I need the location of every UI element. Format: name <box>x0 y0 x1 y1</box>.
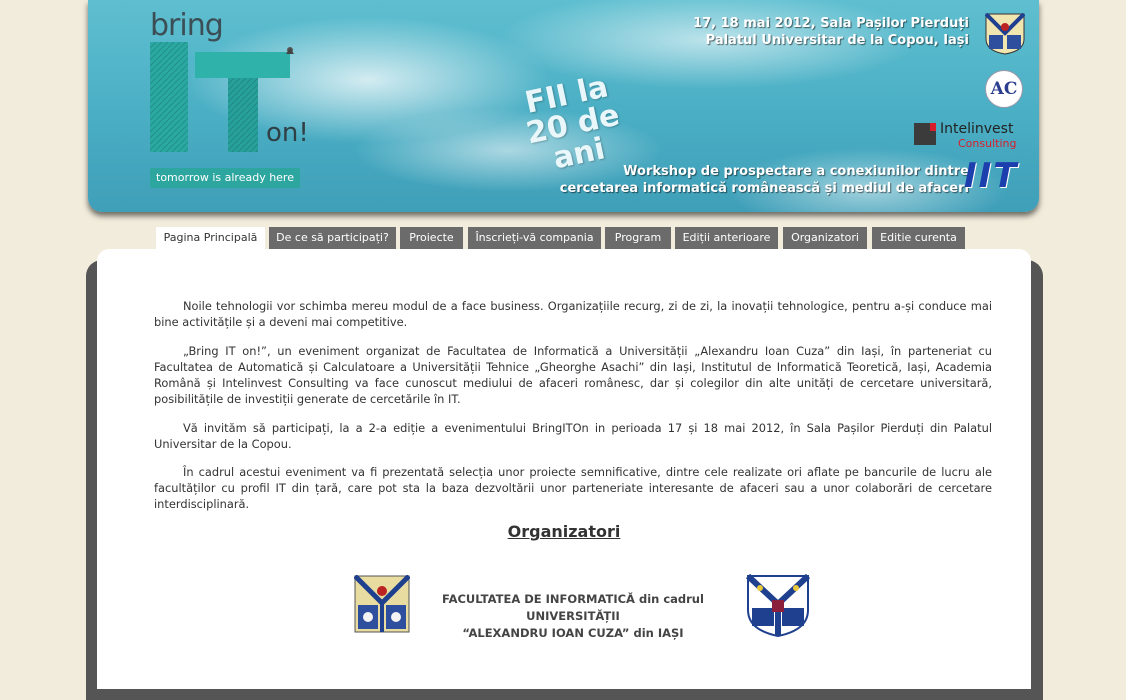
iit-logo: IIT <box>964 156 1019 196</box>
tab-inscrieti-va-compania[interactable]: Înscrieți-vă compania <box>468 227 601 249</box>
organizers-heading: Organizatori <box>507 522 621 541</box>
faculty-name-line2: “ALEXANDRU IOAN CUZA” din IAȘI <box>462 626 684 640</box>
intelinvest-logo: Intelinvest Consulting <box>914 121 1024 150</box>
tab-organizatori[interactable]: Organizatori <box>783 227 867 249</box>
bring-text: bring <box>150 8 224 43</box>
projects-paragraph: În cadrul acestui eveniment va fi prezen… <box>154 465 992 511</box>
faculty-crest-icon <box>354 575 410 633</box>
intro-paragraph: Noile tehnologii vor schimba mereu modul… <box>154 299 992 329</box>
tagline-badge: tomorrow is already here <box>150 168 300 188</box>
event-description-paragraph: „Bring IT on!”, un eveniment organizat d… <box>154 344 992 406</box>
event-venue: Palatul Universitar de la Copou, Iași <box>705 33 969 48</box>
university-crest-icon <box>985 13 1025 55</box>
tab-editie-curenta[interactable]: Editie curenta <box>872 227 965 249</box>
faculty-name-line1: FACULTATEA DE INFORMATICĂ din cadrul UNI… <box>442 592 704 623</box>
header-banner: bring on! tomorrow is already here FII l… <box>88 0 1039 212</box>
tab-proiecte[interactable]: Proiecte <box>400 227 463 249</box>
tab-de-ce-sa-participati[interactable]: De ce să participați? <box>269 227 396 249</box>
intelinvest-name: Intelinvest <box>940 121 1014 137</box>
tab-pagina-principala[interactable]: Pagina Principală <box>156 227 265 250</box>
faculty-name: FACULTATEA DE INFORMATICĂ din cadrul UNI… <box>413 591 733 642</box>
workshop-line2: cercetarea informatică românească și med… <box>559 181 969 196</box>
invitation-paragraph: Vă invităm să participați, la a 2-a ediț… <box>154 421 992 451</box>
intelinvest-sub: Consulting <box>958 137 1017 150</box>
ac-faculty-logo: AC <box>985 70 1023 108</box>
on-text: on! <box>266 118 309 148</box>
content-panel: Noile tehnologii vor schimba mereu modul… <box>97 249 1031 689</box>
tab-program[interactable]: Program <box>605 227 671 249</box>
uaic-crest-icon <box>746 574 810 638</box>
intelinvest-mark-icon <box>914 123 936 145</box>
workshop-line1: Workshop de prospectare a conexiunilor d… <box>623 164 969 179</box>
tab-editii-anterioare[interactable]: Ediții anterioare <box>675 227 778 249</box>
event-date: 17, 18 mai 2012, Sala Pașilor Pierduți <box>693 16 969 31</box>
